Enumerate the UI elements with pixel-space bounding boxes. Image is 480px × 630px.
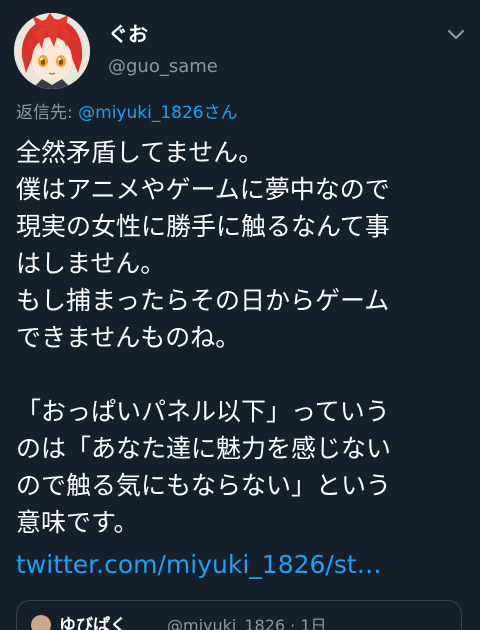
- quote-avatar: [31, 615, 51, 630]
- quote-tweet-card[interactable]: ゆびぱく @miyuki_1826 · 1日: [16, 600, 462, 630]
- reply-prefix: 返信先:: [16, 103, 79, 123]
- chevron-down-icon[interactable]: [446, 24, 466, 44]
- tweet-text: 全然矛盾してません。 僕はアニメやゲームに夢中なので 現実の女性に勝手に触るなん…: [16, 138, 392, 537]
- quote-display-name: ゆびぱく: [59, 616, 127, 630]
- tweet-screen: ぐお @guo_same 返信先: @miyuki_1826さん 全然矛盾してま…: [0, 0, 480, 630]
- tweet-header: ぐお @guo_same: [0, 0, 480, 100]
- avatar[interactable]: [14, 13, 90, 89]
- tweet-link[interactable]: twitter.com/miyuki_1826/st…: [16, 546, 382, 583]
- display-name[interactable]: ぐお: [108, 22, 148, 46]
- quote-meta: @miyuki_1826 · 1日: [167, 616, 327, 630]
- anime-avatar-icon: [14, 13, 90, 89]
- username[interactable]: @guo_same: [108, 56, 218, 78]
- reply-handle-link[interactable]: @miyuki_1826さん: [78, 103, 237, 123]
- reply-to-line: 返信先: @miyuki_1826さん: [16, 102, 238, 124]
